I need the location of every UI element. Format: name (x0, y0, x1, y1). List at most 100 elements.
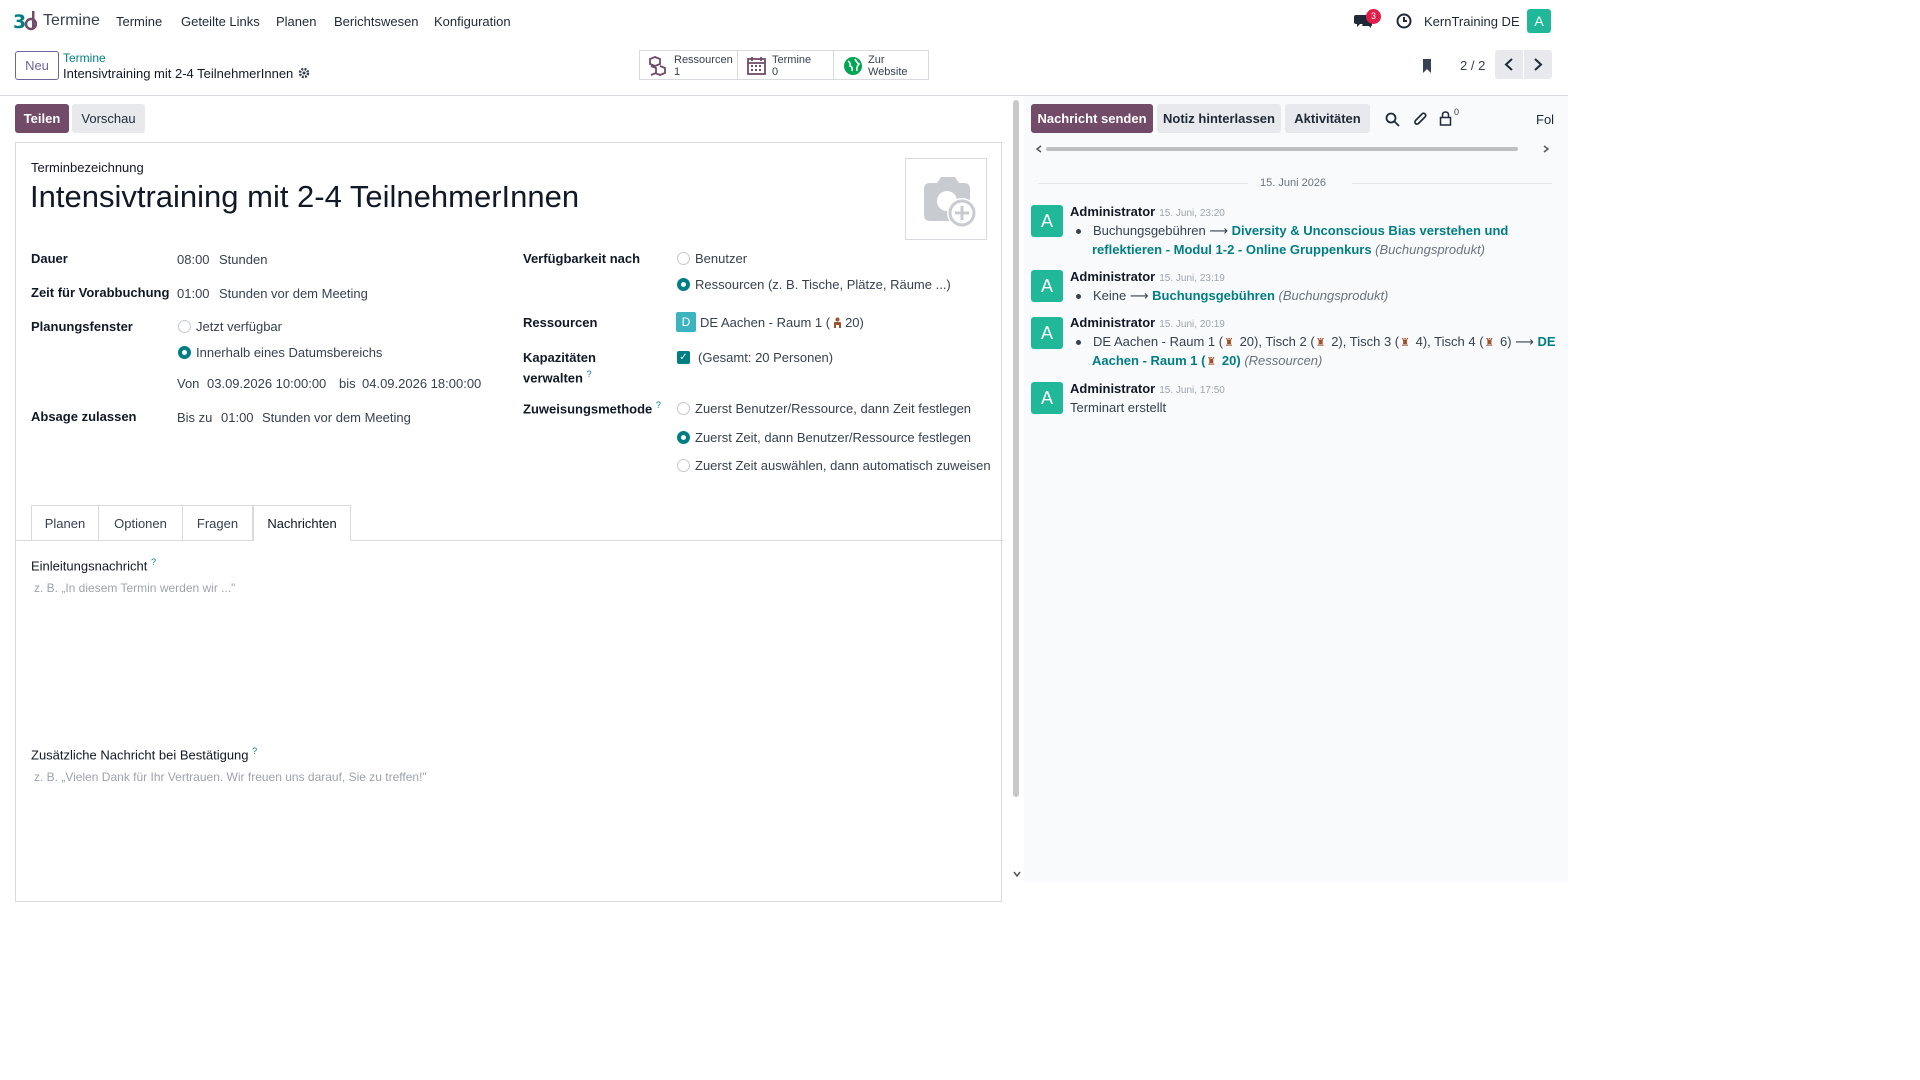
tab-planen[interactable]: Planen (31, 505, 99, 540)
cancel-field[interactable]: 01:00 (221, 410, 254, 425)
followers-lock-icon[interactable] (1439, 111, 1452, 126)
chevron-left-icon (1504, 58, 1513, 71)
breadcrumb-parent[interactable]: Termine (63, 51, 106, 65)
activity-clock-icon[interactable] (1396, 13, 1412, 29)
messages-badge: 3 (1366, 9, 1381, 24)
gear-icon[interactable] (298, 67, 310, 79)
tracking-line-cont: reflektieren - Modul 1-2 - Online Gruppe… (1092, 242, 1485, 257)
prebook-unit: Stunden vor dem Meeting (219, 286, 368, 301)
radio-date-range[interactable] (178, 346, 191, 359)
image-upload[interactable] (905, 158, 987, 240)
radio-available-now[interactable] (178, 320, 191, 333)
prebook-field[interactable]: 01:00 (177, 286, 210, 301)
share-button[interactable]: Teilen (15, 104, 69, 133)
follow-button[interactable]: Fol (1536, 112, 1554, 127)
chatter-hscrollbar[interactable] (1046, 147, 1518, 151)
resources-smart-button[interactable]: Ressourcen 1 (639, 50, 738, 80)
bookmark-icon[interactable] (1421, 58, 1433, 74)
capacity-checkbox[interactable]: ✓ (677, 351, 690, 364)
message-author[interactable]: Administrator 15. Juni, 23:20 (1070, 204, 1225, 219)
available-now-label: Jetzt verfügbar (196, 319, 282, 334)
company-switcher[interactable]: KernTraining DE (1424, 14, 1520, 29)
resources-count: 1 (674, 66, 681, 78)
send-message-button[interactable]: Nachricht senden (1031, 104, 1153, 133)
go-to-website-button[interactable]: Zur Website (833, 50, 929, 80)
tracking-new-value[interactable]: Buchungsgebühren (1152, 288, 1275, 303)
pager-next-button[interactable] (1524, 50, 1552, 79)
app-logo-icon[interactable]: 3 (13, 10, 37, 32)
resource-tag[interactable]: DE Aachen - Raum 1 (20) (700, 315, 864, 330)
tracking-new-value[interactable]: Diversity & Unconscious Bias verstehen u… (1232, 223, 1509, 238)
message-author[interactable]: Administrator 15. Juni, 20:19 (1070, 315, 1225, 330)
message-body: Terminart erstellt (1070, 400, 1167, 415)
followers-count: 0 (1454, 107, 1460, 117)
from-label: Von (177, 376, 200, 391)
radio-assign-time-first[interactable] (677, 431, 690, 444)
assign-help-icon[interactable]: ? (656, 400, 661, 410)
message-author-name: Administrator (1070, 381, 1156, 396)
appointments-smart-button[interactable]: Termine 0 (738, 50, 834, 80)
message-avatar[interactable]: A (1031, 317, 1063, 349)
capacity-help-icon[interactable]: ? (587, 369, 592, 379)
cancel-label: Absage zulassen (31, 409, 137, 424)
pager-previous-button[interactable] (1495, 50, 1523, 79)
message-author-name: Administrator (1070, 204, 1156, 219)
search-icon[interactable] (1385, 112, 1400, 127)
menu-configuration[interactable]: Konfiguration (434, 14, 511, 29)
message-date: 15. Juni, 23:19 (1159, 273, 1225, 284)
radio-assign-auto[interactable] (677, 459, 690, 472)
tracking-new-value[interactable]: DE (1538, 334, 1556, 349)
tracking-new-value-cont[interactable]: Aachen - Raum 1 (♜ 20) (1092, 353, 1241, 368)
scroll-right-icon[interactable] (1542, 144, 1550, 154)
tracking-field-name: (Buchungsprodukt) (1375, 242, 1486, 257)
message-avatar[interactable]: A (1031, 205, 1063, 237)
paperclip-icon[interactable] (1413, 111, 1428, 127)
activities-button[interactable]: Aktivitäten (1285, 104, 1370, 133)
tab-optionen[interactable]: Optionen (99, 505, 183, 540)
person-icon: ♜ (1224, 337, 1234, 349)
scroll-left-icon[interactable] (1035, 144, 1043, 154)
date-separator-line-left (1038, 183, 1248, 184)
from-datetime[interactable]: 03.09.2026 10:00:00 (207, 376, 326, 391)
message-author[interactable]: Administrator 15. Juni, 17:50 (1070, 381, 1225, 396)
appointment-title[interactable]: Intensivtraining mit 2-4 TeilnehmerInnen (30, 179, 579, 215)
to-datetime[interactable]: 04.09.2026 18:00:00 (362, 376, 481, 391)
app-name[interactable]: Termine (43, 12, 100, 30)
menu-reporting[interactable]: Berichtswesen (334, 14, 419, 29)
message-avatar[interactable]: A (1031, 382, 1063, 414)
user-avatar[interactable]: A (1527, 9, 1551, 33)
message-avatar[interactable]: A (1031, 270, 1063, 302)
radio-availability-resources[interactable] (677, 278, 690, 291)
radio-assign-user-first[interactable] (677, 402, 690, 415)
message-author-name: Administrator (1070, 315, 1156, 330)
message-author[interactable]: Administrator 15. Juni, 23:19 (1070, 269, 1225, 284)
scroll-down-icon[interactable] (1012, 870, 1022, 878)
log-note-button[interactable]: Notiz hinterlassen (1157, 104, 1281, 133)
menu-termine[interactable]: Termine (116, 14, 162, 29)
availability-resources-label: Ressourcen (z. B. Tische, Plätze, Räume … (695, 277, 951, 292)
tracking-old-seg: 2), Tisch 3 ( (1331, 334, 1400, 349)
to-label: bis (339, 376, 356, 391)
capacity-label: verwalten ? (523, 369, 592, 385)
duration-field[interactable]: 08:00 (177, 252, 210, 267)
intro-help-icon[interactable]: ? (151, 557, 156, 567)
confirm-message-editor[interactable]: z. B. „Vielen Dank für Ihr Vertrauen. Wi… (34, 770, 974, 870)
top-navbar: 3 Termine Termine Geteilte Links Planen … (0, 0, 1568, 44)
pager-value[interactable]: 2 / 2 (1460, 58, 1485, 73)
intro-message-editor[interactable]: z. B. „In diesem Termin werden wir ..." (34, 581, 974, 731)
chatter-panel: Nachricht senden Notiz hinterlassen Akti… (1024, 96, 1568, 882)
menu-planen[interactable]: Planen (276, 14, 316, 29)
tab-fragen[interactable]: Fragen (183, 505, 253, 540)
arrow-right-icon: ⟶ (1209, 223, 1229, 238)
radio-availability-users[interactable] (677, 252, 690, 265)
form-scrollbar[interactable] (1013, 100, 1019, 797)
new-button[interactable]: Neu (15, 51, 59, 80)
preview-button[interactable]: Vorschau (72, 104, 145, 133)
tracking-new-value-cont[interactable]: reflektieren - Modul 1-2 - Online Gruppe… (1092, 242, 1372, 257)
assign-auto-label: Zuerst Zeit auswählen, dann automatisch … (695, 458, 991, 473)
tracking-line: DE Aachen - Raum 1 (♜ 20), Tisch 2 (♜ 2)… (1076, 334, 1556, 350)
menu-shared-links[interactable]: Geteilte Links (181, 14, 260, 29)
arrow-right-icon: ⟶ (1515, 334, 1534, 349)
tab-nachrichten[interactable]: Nachrichten (253, 505, 351, 541)
confirm-help-icon[interactable]: ? (252, 746, 257, 756)
